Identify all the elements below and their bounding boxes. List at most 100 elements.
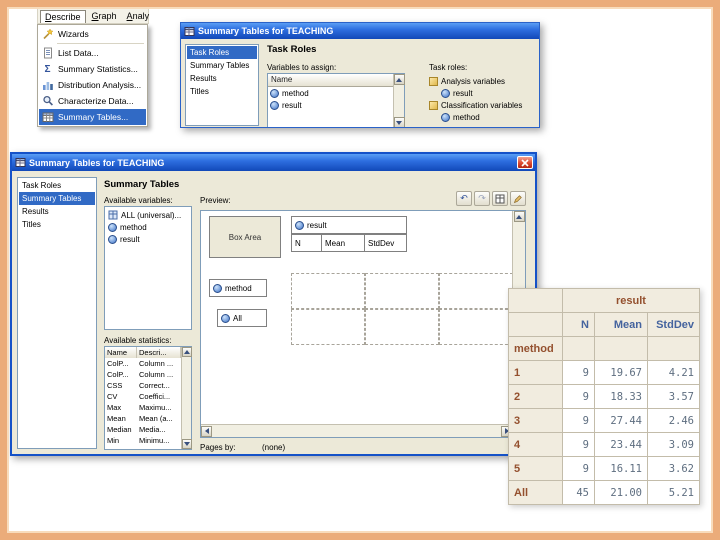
classification-variables-icon: [429, 100, 438, 110]
preview-stat-mean[interactable]: Mean: [321, 234, 365, 252]
preview-empty-cell[interactable]: [439, 273, 513, 309]
preview-column-variable[interactable]: result: [291, 216, 407, 234]
variable-method[interactable]: method: [106, 221, 190, 233]
role-item-method[interactable]: method: [429, 111, 537, 123]
scroll-left-icon[interactable]: [201, 425, 212, 437]
table-row: 5 9 16.11 3.62: [508, 456, 700, 481]
menu-item-summary-statistics[interactable]: Σ Summary Statistics...: [39, 61, 146, 77]
characterize-data-icon: [41, 95, 54, 107]
statistic-row[interactable]: ColP... Column ...: [105, 358, 191, 369]
statistic-row[interactable]: CSS Correct...: [105, 380, 191, 391]
preview-stat-stddev[interactable]: StdDev: [364, 234, 407, 252]
role-classification-variables[interactable]: Classification variables: [429, 99, 537, 111]
undo-button[interactable]: ↶: [456, 191, 472, 206]
role-label: Analysis variables: [441, 76, 506, 86]
variable-all[interactable]: ALL (universal)...: [106, 209, 190, 221]
statistic-row[interactable]: Max Maximu...: [105, 402, 191, 413]
statistic-row[interactable]: Median Media...: [105, 424, 191, 435]
table-format-button[interactable]: [492, 191, 508, 206]
title-bar[interactable]: Summary Tables for TEACHING: [12, 154, 535, 171]
box-area-zone[interactable]: Box Area: [209, 216, 281, 258]
available-variables-label: Available variables:: [104, 196, 173, 205]
menu-item-wizards[interactable]: Wizards: [39, 26, 146, 42]
statistic-row[interactable]: Mean Mean (a...: [105, 413, 191, 424]
variable-icon: [441, 112, 450, 122]
stat-name: Max: [107, 403, 122, 412]
scroll-up-icon[interactable]: [513, 211, 525, 222]
n-value: 9: [562, 360, 595, 385]
stddev-value: 2.46: [647, 408, 700, 433]
preview-label: Preview:: [200, 196, 231, 205]
preview-empty-cell[interactable]: [291, 273, 365, 309]
title-bar[interactable]: Summary Tables for TEACHING: [181, 23, 539, 39]
scroll-up-icon[interactable]: [181, 347, 192, 357]
result-group-header: result: [562, 288, 700, 313]
variable-icon: [108, 234, 117, 244]
table-row: 4 9 23.44 3.09: [508, 432, 700, 457]
menu-describe[interactable]: Describe: [40, 9, 86, 23]
corner-cell: [508, 288, 563, 313]
nav-titles[interactable]: Titles: [187, 85, 257, 98]
stddev-value: 5.21: [647, 480, 700, 505]
menu-graph[interactable]: Graph: [88, 10, 121, 22]
menu-item-distribution-analysis[interactable]: Distribution Analysis...: [39, 77, 146, 93]
edit-button[interactable]: [510, 191, 526, 206]
scrollbar-vertical[interactable]: [181, 347, 192, 449]
description-column-header[interactable]: Descri...: [137, 347, 181, 358]
name-column-header[interactable]: Name: [268, 74, 393, 87]
variable-method[interactable]: method: [268, 87, 404, 99]
menu-item-label: Summary Tables...: [58, 112, 129, 122]
describe-menu-window: Describe Graph Analy Wizards List Data..…: [37, 8, 149, 127]
menu-item-characterize-data[interactable]: Characterize Data...: [39, 93, 146, 109]
stddev-value: 4.21: [647, 360, 700, 385]
variable-label: ALL (universal)...: [121, 210, 182, 220]
n-value: 9: [562, 408, 595, 433]
variable-result[interactable]: result: [106, 233, 190, 245]
preview-empty-cell[interactable]: [365, 273, 439, 309]
preview-empty-cell[interactable]: [439, 309, 513, 345]
nav-summary-tables[interactable]: Summary Tables: [19, 192, 95, 205]
menu-analyze[interactable]: Analy: [123, 10, 154, 22]
nav-results[interactable]: Results: [19, 205, 95, 218]
variable-label: result: [120, 234, 140, 244]
table-row: 1 9 19.67 4.21: [508, 360, 700, 385]
variable-icon: [108, 222, 117, 232]
menu-item-list-data[interactable]: List Data...: [39, 45, 146, 61]
preview-empty-cell[interactable]: [365, 309, 439, 345]
redo-button[interactable]: ↷: [474, 191, 490, 206]
panel-heading: Task Roles: [267, 44, 317, 55]
role-analysis-variables[interactable]: Analysis variables: [429, 75, 537, 87]
close-button[interactable]: [517, 156, 533, 169]
scrollbar-vertical[interactable]: [393, 74, 405, 127]
scroll-up-icon[interactable]: [393, 74, 405, 85]
table-grid-icon: [495, 194, 505, 203]
mean-value: 21.00: [594, 480, 648, 505]
menu-item-summary-tables[interactable]: Summary Tables...: [39, 109, 146, 125]
statistic-row[interactable]: Min Minimu...: [105, 435, 191, 446]
variables-list: Name method result: [267, 73, 405, 127]
preview-stat-n[interactable]: N: [291, 234, 322, 252]
preview-row-all[interactable]: All: [217, 309, 267, 327]
role-item-result[interactable]: result: [429, 87, 537, 99]
preview-row-variable[interactable]: method: [209, 279, 267, 297]
name-column-header[interactable]: Name: [105, 347, 137, 358]
nav-titles[interactable]: Titles: [19, 218, 95, 231]
preview-empty-cell[interactable]: [291, 309, 365, 345]
table-row: 3 9 27.44 2.46: [508, 408, 700, 433]
statistic-row[interactable]: ColP... Column ...: [105, 369, 191, 380]
variable-result[interactable]: result: [268, 99, 404, 111]
scrollbar-horizontal[interactable]: [201, 424, 512, 437]
statistic-row[interactable]: CV Coeffici...: [105, 391, 191, 402]
nav-results[interactable]: Results: [187, 72, 257, 85]
empty-header-cell: [594, 336, 648, 361]
variable-icon: [213, 283, 222, 293]
mean-value: 23.44: [594, 432, 648, 457]
nav-summary-tables[interactable]: Summary Tables: [187, 59, 257, 72]
panel-heading: Summary Tables: [104, 179, 180, 190]
pages-by-value[interactable]: (none): [262, 443, 285, 452]
nav-task-roles[interactable]: Task Roles: [19, 179, 95, 192]
scroll-down-icon[interactable]: [393, 117, 405, 127]
nav-task-roles[interactable]: Task Roles: [187, 46, 257, 59]
window-icon: [184, 26, 195, 37]
scroll-down-icon[interactable]: [181, 439, 192, 449]
